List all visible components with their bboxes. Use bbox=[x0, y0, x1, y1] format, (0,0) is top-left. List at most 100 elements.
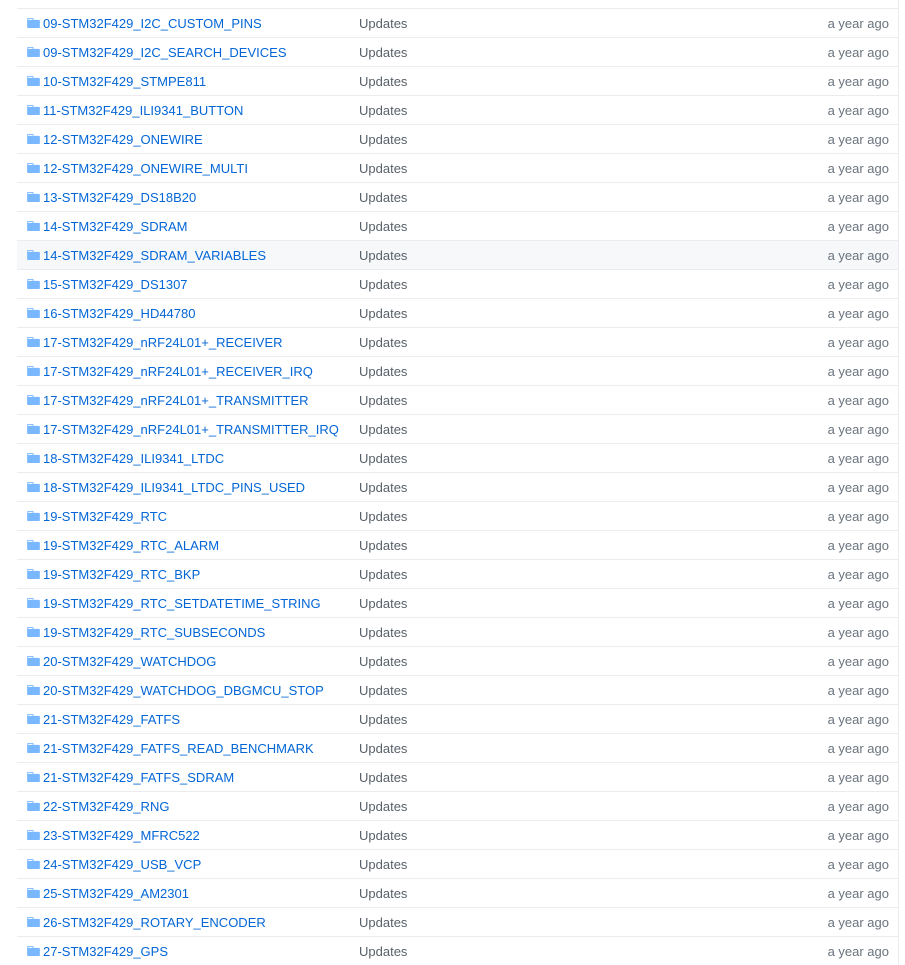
commit-message-link[interactable]: Updates bbox=[359, 103, 407, 118]
file-row[interactable]: 14-STM32F429_SDRAM_VARIABLES Updates a yea… bbox=[17, 240, 898, 269]
folder-name-link[interactable]: 17-STM32F429_nRF24L01+_TRANSMITTER bbox=[43, 393, 309, 408]
folder-name-link[interactable]: 21-STM32F429_FATFS bbox=[43, 712, 180, 727]
commit-message-link[interactable]: Updates bbox=[359, 451, 407, 466]
folder-name-link[interactable]: 20-STM32F429_WATCHDOG_DBGMCU_STOP bbox=[43, 683, 324, 698]
folder-name-link[interactable]: 14-STM32F429_SDRAM bbox=[43, 219, 188, 234]
commit-message-link[interactable]: Updates bbox=[359, 132, 407, 147]
file-row[interactable]: 10-STM32F429_STMPE811 Updates a year ago bbox=[17, 66, 898, 95]
file-row[interactable]: 25-STM32F429_AM2301 Updates a year ago bbox=[17, 878, 898, 907]
file-row[interactable]: 09-STM32F429_I2C_SEARCH_DEVICES Updates a … bbox=[17, 37, 898, 66]
folder-name-link[interactable]: 24-STM32F429_USB_VCP bbox=[43, 857, 201, 872]
commit-message-link[interactable]: Updates bbox=[359, 190, 407, 205]
file-row[interactable]: 27-STM32F429_GPS Updates a year ago bbox=[17, 936, 898, 965]
file-row[interactable]: 14-STM32F429_SDRAM Updates a year ago bbox=[17, 211, 898, 240]
folder-name-link[interactable]: 17-STM32F429_nRF24L01+_RECEIVER bbox=[43, 335, 283, 350]
commit-message-link[interactable]: Updates bbox=[359, 248, 407, 263]
folder-name-link[interactable]: 16-STM32F429_HD44780 bbox=[43, 306, 195, 321]
file-row[interactable]: 17-STM32F429_nRF24L01+_RECEIVER_IRQ Updat… bbox=[17, 356, 898, 385]
file-row[interactable]: 17-STM32F429_nRF24L01+_RECEIVER Updates a … bbox=[17, 327, 898, 356]
commit-message-link[interactable]: Updates bbox=[359, 16, 407, 31]
commit-message-link[interactable]: Updates bbox=[359, 480, 407, 495]
folder-name-link[interactable]: 09-STM32F429_I2C_SEARCH_DEVICES bbox=[43, 45, 287, 60]
file-row[interactable]: 26-STM32F429_ROTARY_ENCODER Updates a year… bbox=[17, 907, 898, 936]
folder-name-link[interactable]: 26-STM32F429_ROTARY_ENCODER bbox=[43, 915, 266, 930]
commit-message-link[interactable]: Updates bbox=[359, 538, 407, 553]
folder-name-link[interactable]: 18-STM32F429_ILI9341_LTDC bbox=[43, 451, 224, 466]
commit-message-link[interactable]: Updates bbox=[359, 393, 407, 408]
folder-name-link[interactable]: 11-STM32F429_ILI9341_BUTTON bbox=[43, 103, 243, 118]
folder-name-link[interactable]: 14-STM32F429_SDRAM_VARIABLES bbox=[43, 248, 266, 263]
commit-message-link[interactable]: Updates bbox=[359, 161, 407, 176]
commit-message-link[interactable]: Updates bbox=[359, 567, 407, 582]
folder-name-link[interactable]: 22-STM32F429_RNG bbox=[43, 799, 169, 814]
folder-name-link[interactable]: 09-STM32F429_I2C_CUSTOM_PINS bbox=[43, 16, 262, 31]
commit-message-link[interactable]: Updates bbox=[359, 219, 407, 234]
file-row[interactable]: 17-STM32F429_nRF24L01+_TRANSMITTER Update… bbox=[17, 385, 898, 414]
file-row[interactable]: 23-STM32F429_MFRC522 Updates a year ago bbox=[17, 820, 898, 849]
file-row[interactable]: 19-STM32F429_RTC Updates a year ago bbox=[17, 501, 898, 530]
file-row[interactable]: 24-STM32F429_USB_VCP Updates a year ago bbox=[17, 849, 898, 878]
folder-name-link[interactable]: 15-STM32F429_DS1307 bbox=[43, 277, 188, 292]
file-row[interactable]: 21-STM32F429_FATFS_SDRAM Updates a year ag… bbox=[17, 762, 898, 791]
commit-message-link[interactable]: Updates bbox=[359, 741, 407, 756]
file-row[interactable]: 09-STM32F429_I2C_CUSTOM_PINS Updates a yea… bbox=[17, 8, 898, 37]
file-row[interactable]: 12-STM32F429_ONEWIRE_MULTI Updates a year … bbox=[17, 153, 898, 182]
file-row[interactable]: 17-STM32F429_nRF24L01+_TRANSMITTER_IRQ Up… bbox=[17, 414, 898, 443]
file-row[interactable]: 21-STM32F429_FATFS_READ_BENCHMARK Updates… bbox=[17, 733, 898, 762]
file-row[interactable]: 19-STM32F429_RTC_BKP Updates a year ago bbox=[17, 559, 898, 588]
commit-message-link[interactable]: Updates bbox=[359, 828, 407, 843]
file-row[interactable]: 22-STM32F429_RNG Updates a year ago bbox=[17, 791, 898, 820]
folder-name-link[interactable]: 19-STM32F429_RTC_SUBSECONDS bbox=[43, 625, 265, 640]
folder-name-link[interactable]: 17-STM32F429_nRF24L01+_TRANSMITTER_IRQ bbox=[43, 422, 339, 437]
commit-message-link[interactable]: Updates bbox=[359, 277, 407, 292]
file-row[interactable]: 18-STM32F429_ILI9341_LTDC Updates a year a… bbox=[17, 443, 898, 472]
file-row[interactable]: 12-STM32F429_ONEWIRE Updates a year ago bbox=[17, 124, 898, 153]
folder-name-link[interactable]: 23-STM32F429_MFRC522 bbox=[43, 828, 200, 843]
folder-name-link[interactable]: 12-STM32F429_ONEWIRE bbox=[43, 132, 203, 147]
folder-name-link[interactable]: 21-STM32F429_FATFS_SDRAM bbox=[43, 770, 234, 785]
file-row[interactable]: 20-STM32F429_WATCHDOG_DBGMCU_STOP Updates… bbox=[17, 675, 898, 704]
folder-name-link[interactable]: 20-STM32F429_WATCHDOG bbox=[43, 654, 216, 669]
file-row[interactable]: 13-STM32F429_DS18B20 Updates a year ago bbox=[17, 182, 898, 211]
folder-name-link[interactable]: 25-STM32F429_AM2301 bbox=[43, 886, 189, 901]
commit-message-link[interactable]: Updates bbox=[359, 596, 407, 611]
file-row[interactable]: 19-STM32F429_RTC_SUBSECONDS Updates a year… bbox=[17, 617, 898, 646]
commit-message-link[interactable]: Updates bbox=[359, 712, 407, 727]
commit-message-link[interactable]: Updates bbox=[359, 335, 407, 350]
commit-message-link[interactable]: Updates bbox=[359, 857, 407, 872]
folder-name-link[interactable]: 19-STM32F429_RTC_ALARM bbox=[43, 538, 219, 553]
folder-name-link[interactable]: 17-STM32F429_nRF24L01+_RECEIVER_IRQ bbox=[43, 364, 313, 379]
commit-message-link[interactable]: Updates bbox=[359, 654, 407, 669]
folder-name-link[interactable]: 10-STM32F429_STMPE811 bbox=[43, 74, 206, 89]
folder-name-link[interactable]: 13-STM32F429_DS18B20 bbox=[43, 190, 196, 205]
commit-message-link[interactable]: Updates bbox=[359, 45, 407, 60]
file-row[interactable]: 20-STM32F429_WATCHDOG Updates a year ago bbox=[17, 646, 898, 675]
folder-name-link[interactable]: 27-STM32F429_GPS bbox=[43, 944, 168, 959]
folder-name-link[interactable]: 19-STM32F429_RTC_BKP bbox=[43, 567, 200, 582]
commit-message-link[interactable]: Updates bbox=[359, 770, 407, 785]
file-row[interactable]: 15-STM32F429_DS1307 Updates a year ago bbox=[17, 269, 898, 298]
folder-name-link[interactable]: 19-STM32F429_RTC bbox=[43, 509, 167, 524]
folder-name-link[interactable]: 12-STM32F429_ONEWIRE_MULTI bbox=[43, 161, 248, 176]
file-row[interactable] bbox=[17, 0, 898, 8]
commit-message-link[interactable]: Updates bbox=[359, 364, 407, 379]
folder-name-link[interactable]: 18-STM32F429_ILI9341_LTDC_PINS_USED bbox=[43, 480, 305, 495]
file-row[interactable]: 11-STM32F429_ILI9341_BUTTON Updates a year… bbox=[17, 95, 898, 124]
commit-message-link[interactable]: Updates bbox=[359, 799, 407, 814]
folder-name-link[interactable]: 19-STM32F429_RTC_SETDATETIME_STRING bbox=[43, 596, 321, 611]
file-row[interactable]: 18-STM32F429_ILI9341_LTDC_PINS_USED Updat… bbox=[17, 472, 898, 501]
commit-message-link[interactable]: Updates bbox=[359, 306, 407, 321]
commit-message-link[interactable]: Updates bbox=[359, 886, 407, 901]
file-row[interactable]: 19-STM32F429_RTC_SETDATETIME_STRING Updat… bbox=[17, 588, 898, 617]
file-row[interactable]: 16-STM32F429_HD44780 Updates a year ago bbox=[17, 298, 898, 327]
file-row[interactable]: 19-STM32F429_RTC_ALARM Updates a year ago bbox=[17, 530, 898, 559]
commit-message-link[interactable]: Updates bbox=[359, 422, 407, 437]
commit-message-link[interactable]: Updates bbox=[359, 944, 407, 959]
commit-message-link[interactable]: Updates bbox=[359, 509, 407, 524]
file-row[interactable]: 21-STM32F429_FATFS Updates a year ago bbox=[17, 704, 898, 733]
folder-name-link[interactable]: 21-STM32F429_FATFS_READ_BENCHMARK bbox=[43, 741, 314, 756]
commit-message-link[interactable]: Updates bbox=[359, 915, 407, 930]
commit-message-link[interactable]: Updates bbox=[359, 683, 407, 698]
commit-message-link[interactable]: Updates bbox=[359, 74, 407, 89]
commit-message-link[interactable]: Updates bbox=[359, 625, 407, 640]
